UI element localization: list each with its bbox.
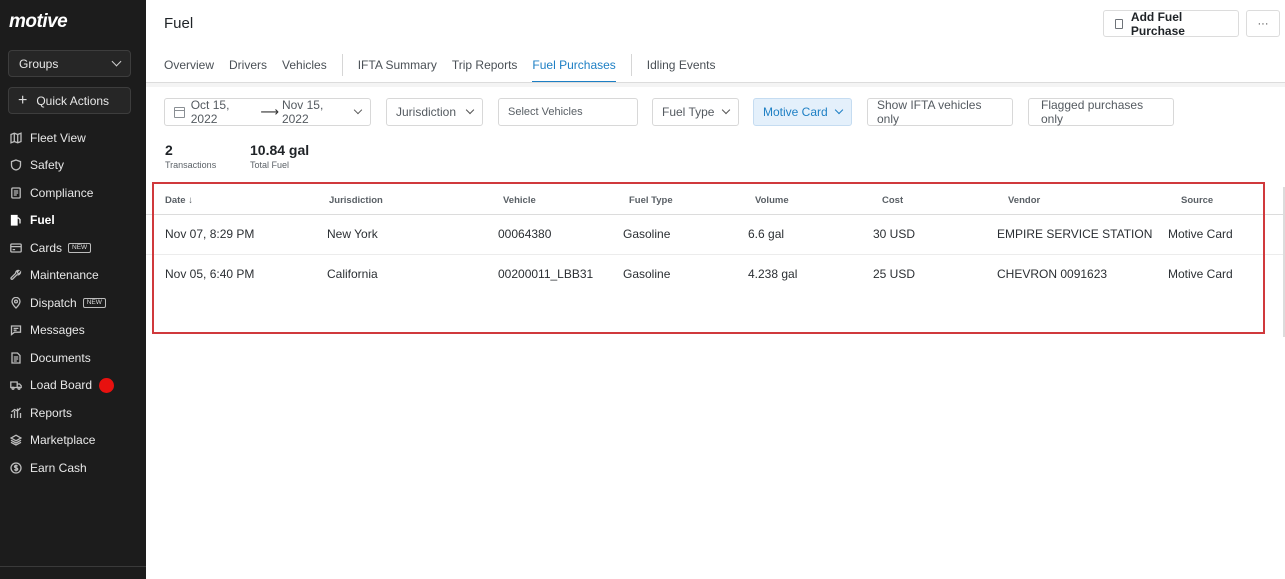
calendar-icon xyxy=(174,106,185,118)
groups-dropdown[interactable]: Groups xyxy=(8,50,131,77)
jurisdiction-filter[interactable]: Jurisdiction xyxy=(386,98,483,126)
wrench-icon xyxy=(10,269,22,281)
tab-overview[interactable]: Overview xyxy=(164,52,214,82)
total-fuel-label: Total Fuel xyxy=(250,160,290,170)
sidebar-item-label: Load Board xyxy=(30,378,93,393)
truck-icon xyxy=(10,379,22,391)
dollar-circle-icon xyxy=(10,462,22,474)
layers-icon xyxy=(10,434,22,446)
highlight-box xyxy=(152,182,1265,334)
card-icon xyxy=(10,242,22,254)
quick-actions-label: Quick Actions xyxy=(36,93,110,108)
ifta-vehicles-toggle[interactable]: Show IFTA vehicles only xyxy=(867,98,1013,126)
sidebar-item-label: Documents xyxy=(30,350,91,365)
more-options-button[interactable]: ··· xyxy=(1246,10,1280,37)
message-icon xyxy=(10,324,22,337)
motive-card-label: Motive Card xyxy=(763,105,828,119)
tab-idling-events[interactable]: Idling Events xyxy=(647,52,716,82)
tab-bar: Overview Drivers Vehicles IFTA Summary T… xyxy=(164,52,731,83)
total-fuel-value: 10.84 gal xyxy=(250,142,310,158)
sidebar-item-load-board[interactable]: Load Board xyxy=(0,372,146,400)
sidebar-item-label: Marketplace xyxy=(30,433,96,448)
transactions-label: Transactions xyxy=(165,160,217,170)
tab-trip-reports[interactable]: Trip Reports xyxy=(452,52,518,82)
notification-dot xyxy=(99,377,115,393)
page-title: Fuel xyxy=(164,15,194,32)
date-from: Oct 15, 2022 xyxy=(190,98,230,126)
chevron-down-icon xyxy=(353,105,363,115)
sidebar-item-reports[interactable]: Reports xyxy=(0,399,146,427)
jurisdiction-label: Jurisdiction xyxy=(396,105,457,119)
sidebar-item-label: Dispatch xyxy=(30,295,77,310)
sidebar-item-messages[interactable]: Messages xyxy=(0,317,146,345)
quick-actions-button[interactable]: + Quick Actions xyxy=(8,87,131,114)
groups-label: Groups xyxy=(19,56,59,71)
fuel-pump-icon xyxy=(10,214,22,226)
sidebar-item-fleet-view[interactable]: Fleet View xyxy=(0,124,146,152)
file-icon xyxy=(10,352,22,364)
chevron-down-icon xyxy=(111,56,122,67)
tab-fuel-purchases[interactable]: Fuel Purchases xyxy=(532,52,617,83)
sidebar-item-label: Safety xyxy=(30,158,65,173)
tab-drivers[interactable]: Drivers xyxy=(229,52,267,82)
pin-icon xyxy=(10,296,22,309)
tab-divider xyxy=(341,54,343,76)
sidebar-item-label: Messages xyxy=(30,323,85,338)
tab-ifta-summary[interactable]: IFTA Summary xyxy=(358,52,437,82)
sidebar-item-maintenance[interactable]: Maintenance xyxy=(0,262,146,290)
sidebar-item-cards[interactable]: Cards NEW xyxy=(0,234,146,262)
add-fuel-purchase-button[interactable]: Add Fuel Purchase xyxy=(1103,9,1239,38)
sidebar-item-earn-cash[interactable]: Earn Cash xyxy=(0,454,146,482)
bar-chart-icon xyxy=(10,407,22,419)
sidebar-divider xyxy=(0,566,146,567)
new-badge: NEW xyxy=(68,242,92,253)
filter-band xyxy=(146,83,1285,87)
date-to: Nov 15, 2022 xyxy=(281,98,324,126)
fuel-type-label: Fuel Type xyxy=(662,105,715,119)
sidebar-item-label: Fleet View xyxy=(30,130,86,145)
chevron-down-icon xyxy=(465,105,475,115)
sidebar-item-marketplace[interactable]: Marketplace xyxy=(0,427,146,455)
document-icon xyxy=(1115,18,1123,29)
chevron-down-icon xyxy=(834,105,844,115)
sidebar-item-label: Earn Cash xyxy=(30,460,87,475)
date-range-picker[interactable]: Oct 15, 2022 ⟶ Nov 15, 2022 xyxy=(164,98,371,126)
tab-divider xyxy=(630,54,632,76)
sidebar-item-label: Cards xyxy=(30,240,63,255)
sidebar-nav: Fleet View Safety Compliance Fuel Cards … xyxy=(0,124,146,482)
sidebar-item-fuel[interactable]: Fuel xyxy=(0,207,146,235)
new-badge: NEW xyxy=(82,297,106,308)
sidebar-item-documents[interactable]: Documents xyxy=(0,344,146,372)
motive-logo[interactable]: motive xyxy=(9,11,68,33)
map-icon xyxy=(10,131,22,144)
sidebar: motive Groups + Quick Actions Fleet View… xyxy=(0,0,146,579)
sidebar-item-label: Reports xyxy=(30,405,73,420)
sidebar-item-label: Fuel xyxy=(30,213,55,228)
shield-icon xyxy=(10,159,22,171)
sidebar-item-safety[interactable]: Safety xyxy=(0,152,146,180)
chevron-down-icon xyxy=(721,105,731,115)
add-fuel-purchase-label: Add Fuel Purchase xyxy=(1130,9,1185,38)
fuel-type-filter[interactable]: Fuel Type xyxy=(652,98,739,126)
sidebar-item-label: Compliance xyxy=(30,185,94,200)
flagged-purchases-toggle[interactable]: Flagged purchases only xyxy=(1028,98,1174,126)
sidebar-item-dispatch[interactable]: Dispatch NEW xyxy=(0,289,146,317)
select-vehicles-input[interactable]: Select Vehicles xyxy=(498,98,638,126)
sidebar-item-compliance[interactable]: Compliance xyxy=(0,179,146,207)
plus-icon: + xyxy=(18,91,28,109)
arrow-right-icon: ⟶ xyxy=(260,104,279,119)
document-icon xyxy=(10,187,22,199)
transactions-count: 2 xyxy=(165,142,173,158)
tab-vehicles[interactable]: Vehicles xyxy=(282,52,327,82)
sidebar-item-label: Maintenance xyxy=(30,268,99,283)
motive-card-filter[interactable]: Motive Card xyxy=(753,98,852,126)
